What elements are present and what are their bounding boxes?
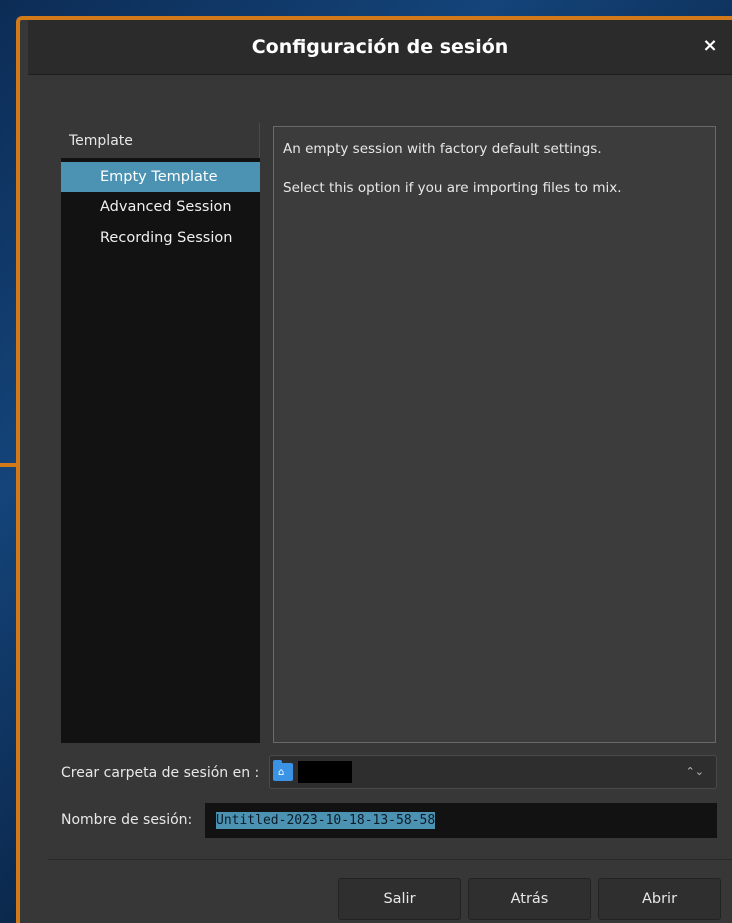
- open-button[interactable]: Abrir: [598, 878, 721, 920]
- back-button[interactable]: Atrás: [468, 878, 591, 920]
- dialog-title: Configuración de sesión: [251, 36, 509, 58]
- quit-button[interactable]: Salir: [338, 878, 461, 920]
- template-item-recording[interactable]: Recording Session: [61, 223, 260, 254]
- redacted-path: [298, 761, 352, 783]
- folder-label: Crear carpeta de sesión en :: [61, 765, 260, 781]
- description-line-2: Select this option if you are importing …: [283, 180, 622, 196]
- description-line-1: An empty session with factory default se…: [283, 141, 602, 157]
- template-description: An empty session with factory default se…: [273, 126, 716, 743]
- separator: [48, 859, 732, 860]
- template-item-advanced[interactable]: Advanced Session: [61, 192, 260, 223]
- template-list-panel: Template Empty Template Advanced Session…: [61, 123, 260, 743]
- session-name-input[interactable]: Untitled-2023-10-18-13-58-58: [205, 803, 717, 838]
- template-column-header[interactable]: Template: [61, 123, 260, 158]
- session-name-label: Nombre de sesión:: [61, 812, 193, 828]
- close-icon[interactable]: ×: [698, 34, 722, 58]
- template-list: Empty Template Advanced Session Recordin…: [61, 162, 260, 254]
- folder-chooser[interactable]: ⌂ ⌃⌄: [269, 755, 717, 789]
- template-item-empty[interactable]: Empty Template: [61, 162, 260, 192]
- home-folder-icon: ⌂: [273, 760, 293, 781]
- titlebar[interactable]: Configuración de sesión ×: [28, 20, 732, 75]
- dialog-content: Template Empty Template Advanced Session…: [28, 75, 732, 923]
- session-name-value: Untitled-2023-10-18-13-58-58: [216, 812, 436, 829]
- session-setup-dialog: Configuración de sesión × Template Empty…: [16, 16, 732, 923]
- chevron-updown-icon: ⌃⌄: [685, 765, 704, 778]
